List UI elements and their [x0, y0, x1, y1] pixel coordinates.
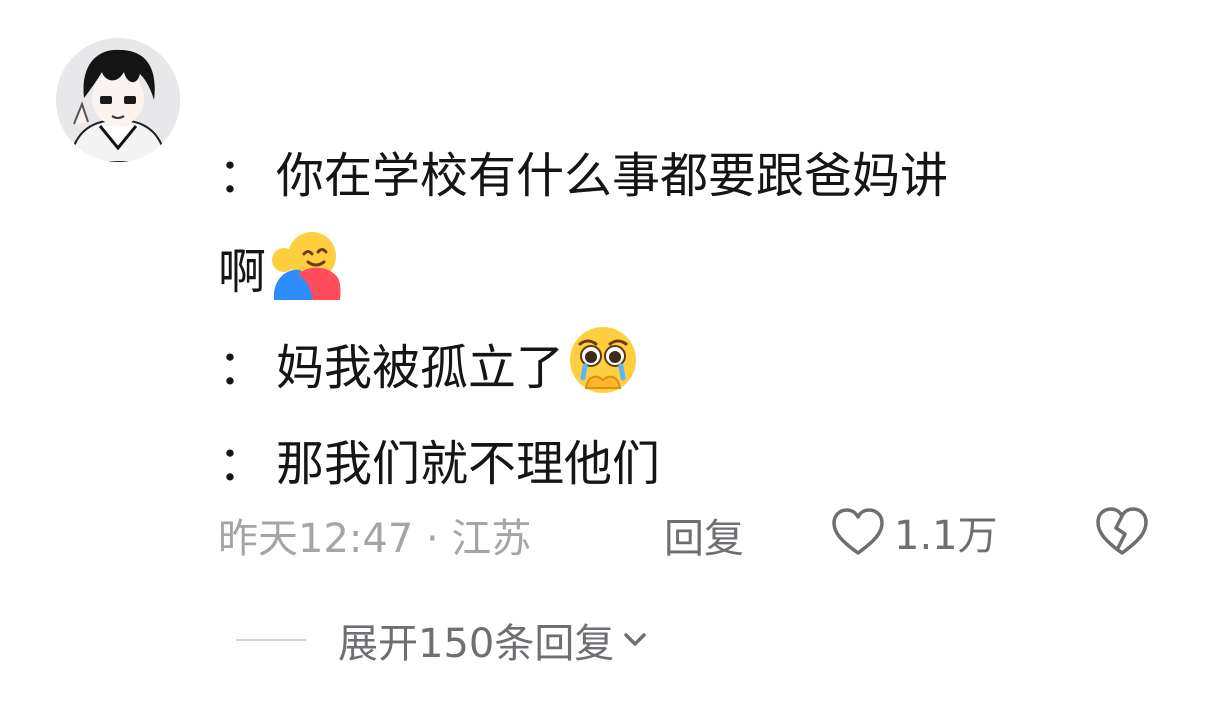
reply-button[interactable]: 回复 [664, 506, 744, 564]
comment-text: 你在学校有什么事都要跟爸妈讲 [276, 148, 949, 204]
expand-replies-label: 展开150条回复 [338, 621, 615, 667]
comment-text: 妈我被孤立了 [276, 340, 565, 396]
expand-replies-button[interactable]: 展开150条回复 [236, 608, 652, 672]
like-button[interactable]: 1.1万 [830, 500, 998, 564]
timestamp-location: 昨天12:47 · 江苏 [218, 516, 532, 562]
comment-body: ：你在学校有什么事都要跟爸妈讲 啊 ：妈我被孤立了 ： 那我们就不理他们 [218, 128, 1178, 512]
broken-heart-icon [1096, 507, 1148, 555]
speaker-mark: ： [218, 148, 267, 204]
chevron-down-icon [624, 633, 647, 646]
hugging-face-icon [268, 228, 342, 302]
speaker-mark: ： [218, 436, 267, 492]
pleading-face-icon [566, 324, 640, 398]
avatar[interactable] [56, 38, 180, 162]
comment-line: ：妈我被孤立了 [218, 320, 1178, 416]
like-count: 1.1万 [894, 513, 998, 559]
user-avatar [56, 38, 180, 162]
comment-text: 那我们就不理他们 [276, 436, 661, 492]
comment-text: 啊 [218, 244, 267, 300]
speaker-mark: ： [218, 340, 267, 396]
comment-meta: 昨天12:47 · 江苏 回复 1.1万 [218, 500, 1178, 564]
comment-line: ：你在学校有什么事都要跟爸妈讲 [218, 128, 1178, 224]
dislike-button[interactable] [1094, 504, 1150, 558]
comment-line: 啊 [218, 224, 1178, 320]
divider [236, 639, 306, 641]
heart-outline-icon [832, 508, 884, 555]
comment-line: ：那我们就不理他们 [218, 416, 1178, 512]
